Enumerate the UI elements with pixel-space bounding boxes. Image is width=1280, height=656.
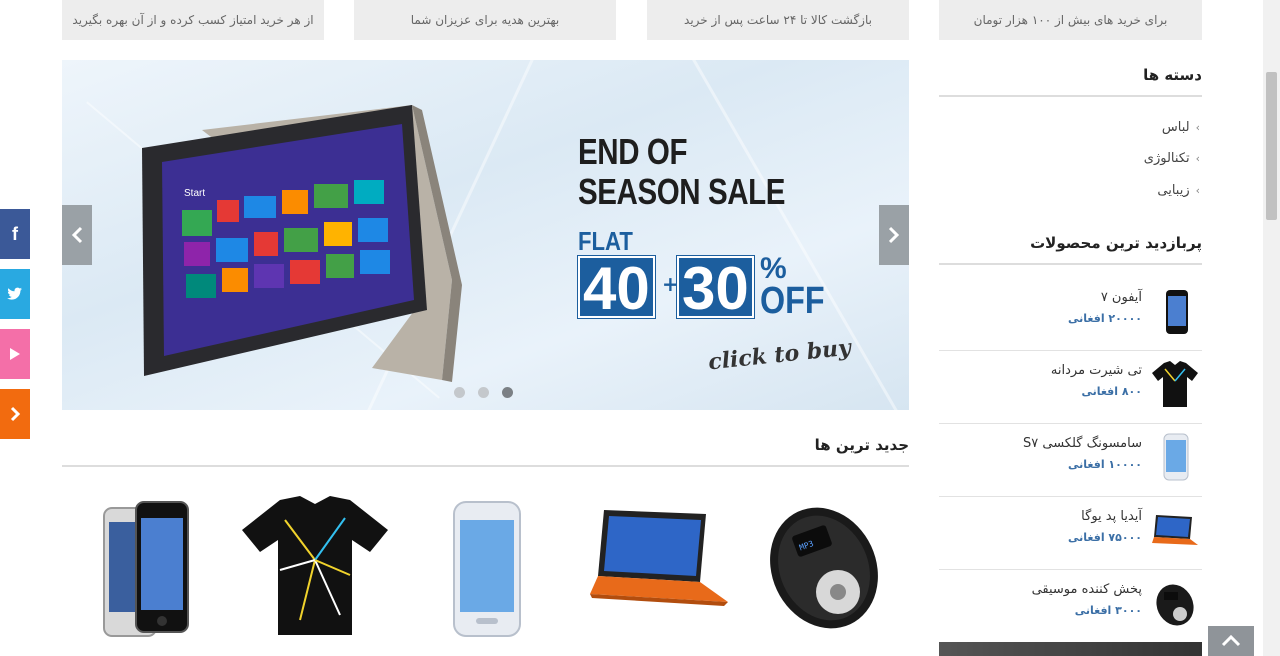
popular-item-price: ۱۰۰۰۰ افغانی (1068, 458, 1142, 471)
chevron-icon: › (1195, 152, 1200, 165)
product-card-iphone[interactable] (90, 490, 240, 650)
slider-dot-1[interactable] (454, 387, 465, 398)
categories-divider (939, 95, 1202, 97)
popular-item[interactable]: آیدیا پد یوگا ۷۵۰۰۰ افغانی (939, 497, 1202, 570)
scrollbar-thumb[interactable] (1266, 72, 1277, 220)
sidebar-banner[interactable] (939, 642, 1202, 656)
product-card-tshirt[interactable] (240, 490, 390, 650)
product-card-galaxy-phone[interactable] (440, 490, 590, 650)
chevron-up-icon (1221, 634, 1241, 647)
tshirt-thumbnail (1152, 361, 1198, 407)
facebook-icon: f (12, 223, 18, 244)
popular-item-name[interactable]: پخش کننده موسیقی (1032, 582, 1142, 597)
popular-item-price: ۲۰۰۰۰ افغانی (1068, 312, 1142, 325)
back-to-top-button[interactable] (1208, 626, 1254, 656)
sale-number-40: 40 (577, 255, 656, 320)
newest-divider (62, 465, 909, 467)
slider-dot-3[interactable] (502, 387, 513, 398)
phone-image (453, 501, 521, 637)
iphone-image (103, 501, 189, 637)
feature-shipping-text: برای خرید های بیش از ۱۰۰ هزار تومان (973, 13, 1168, 27)
chevron-left-icon (71, 226, 83, 244)
category-label: زیبایی (1157, 183, 1190, 198)
popular-item-name[interactable]: تی شیرت مردانه (1051, 363, 1142, 378)
popular-item-price: ۷۵۰۰۰ افغانی (1068, 531, 1142, 544)
play-icon (10, 348, 20, 360)
sale-line-1: END OF (578, 131, 688, 172)
iphone-thumbnail (1166, 290, 1188, 334)
feature-returns: بازگشت کالا تا ۲۴ ساعت پس از خرید (647, 0, 909, 40)
feature-gift: بهترین هدیه برای عزیزان شما (354, 0, 616, 40)
facebook-share-button[interactable]: f (0, 209, 30, 259)
popular-item-name[interactable]: آیفون ۷ (1101, 290, 1142, 305)
chevron-icon: › (1195, 121, 1200, 134)
popular-item-price: ۸۰۰ افغانی (1081, 385, 1142, 398)
laptop-hero-image: Start (142, 105, 462, 382)
popular-item[interactable]: تی شیرت مردانه ۸۰۰ افغانی (939, 351, 1202, 424)
chevron-right-icon (10, 406, 21, 422)
product-card-laptop[interactable] (582, 490, 732, 650)
hero-slider[interactable]: Start END OF SEASON SALE FLAT 40 + 30 % … (62, 60, 909, 410)
sale-headline: END OF SEASON SALE (578, 132, 785, 212)
click-to-buy-link[interactable]: click to buy (707, 335, 852, 376)
more-share-button[interactable] (0, 389, 30, 439)
popular-item[interactable]: پخش کننده موسیقی ۳۰۰۰ افغانی (939, 570, 1202, 643)
feature-gift-text: بهترین هدیه برای عزیزان شما (410, 13, 560, 27)
feature-returns-text: بازگشت کالا تا ۲۴ ساعت پس از خرید (684, 13, 872, 27)
music-player-thumbnail (1156, 584, 1194, 626)
chevron-icon: › (1195, 184, 1200, 197)
slider-dot-2[interactable] (478, 387, 489, 398)
sale-number-30: 30 (676, 255, 755, 320)
sale-flat-label: FLAT (578, 226, 633, 256)
feature-free-shipping: برای خرید های بیش از ۱۰۰ هزار تومان (939, 0, 1202, 40)
feature-loyalty-points: از هر خرید امتیاز کسب کرده و از آن بهره … (62, 0, 324, 40)
slider-prev-button[interactable] (62, 205, 92, 265)
popular-item-name[interactable]: سامسونگ گلکسی S۷ (1023, 436, 1142, 451)
popular-divider (939, 263, 1202, 265)
popular-item[interactable]: سامسونگ گلکسی S۷ ۱۰۰۰۰ افغانی (939, 424, 1202, 497)
music-player-image: MP3 (770, 507, 878, 629)
laptop-thumbnail (1152, 515, 1198, 545)
feature-loyalty-text: از هر خرید امتیاز کسب کرده و از آن بهره … (72, 13, 314, 27)
category-label: تکنالوژی (1143, 151, 1190, 166)
chevron-right-icon (888, 226, 900, 244)
galaxy-thumbnail (1163, 433, 1189, 481)
twitter-share-button[interactable] (0, 269, 30, 319)
product-card-music-player[interactable]: MP3 (762, 490, 912, 650)
newest-section-title: جدید ترین ها (814, 436, 909, 454)
svg-text:Start: Start (184, 188, 205, 199)
popular-title: پربازدید ترین محصولات (1030, 234, 1202, 252)
popular-item[interactable]: آیفون ۷ ۲۰۰۰۰ افغانی (939, 278, 1202, 351)
slider-pagination (454, 387, 513, 398)
twitter-icon (7, 287, 22, 300)
popular-item-price: ۳۰۰۰ افغانی (1074, 604, 1142, 617)
tshirt-image (242, 496, 388, 635)
sale-off: OFF (760, 280, 825, 322)
youtube-share-button[interactable] (0, 329, 30, 379)
category-label: لباس (1161, 120, 1190, 135)
sale-line-2: SEASON SALE (578, 171, 786, 212)
popular-item-name[interactable]: آیدیا پد یوگا (1081, 509, 1142, 524)
category-item-technology[interactable]: › تکنالوژی (1144, 151, 1200, 166)
category-item-beauty[interactable]: › زیبایی (1157, 183, 1200, 198)
laptop-image (590, 510, 728, 606)
slider-next-button[interactable] (879, 205, 909, 265)
category-item-clothing[interactable]: › لباس (1162, 120, 1200, 135)
categories-title: دسته ها (1143, 66, 1202, 84)
